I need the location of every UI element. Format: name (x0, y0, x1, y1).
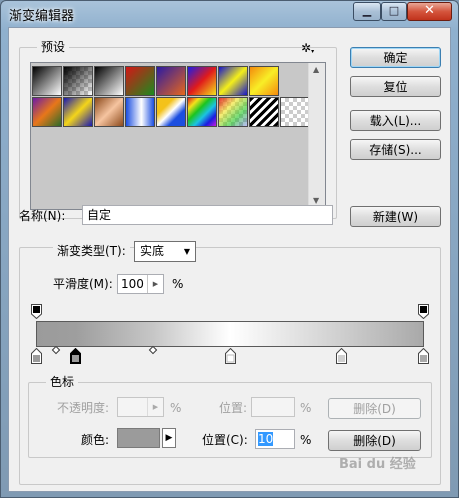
gradient-bar[interactable] (36, 321, 424, 347)
preset-swatch[interactable] (125, 66, 155, 96)
close-icon: ✕ (424, 3, 435, 18)
watermark-text: Bai du 经验 (339, 457, 416, 472)
smoothness-stepper-icon[interactable]: ▶ (147, 275, 163, 293)
preset-swatch[interactable] (249, 97, 279, 127)
preset-swatch[interactable] (63, 66, 93, 96)
color-swatch[interactable] (117, 428, 160, 448)
gradient-editor-window: 渐变编辑器 ▁ □ ✕ 预设 ✲▾ ▲ ▼ 确定 复位 载入(L)... 存储(… (0, 0, 459, 498)
color-stop[interactable] (336, 347, 347, 367)
presets-scrollbar[interactable]: ▲ ▼ (308, 63, 325, 209)
smoothness-unit: % (172, 277, 184, 291)
opacity-input: ▶ (117, 397, 164, 417)
delete-color-stop-button[interactable]: 删除(D) (328, 430, 421, 451)
gradient-type-label: 渐变类型(T): (53, 244, 130, 258)
preset-swatch[interactable] (218, 97, 248, 127)
opacity-position-label: 位置: (219, 401, 248, 415)
presets-list[interactable]: ▲ ▼ (30, 62, 326, 210)
presets-label: 预设 (37, 40, 70, 54)
color-label: 颜色: (81, 433, 110, 447)
opacity-stop-left[interactable] (31, 304, 42, 322)
reset-button[interactable]: 复位 (350, 76, 441, 97)
minimize-icon: ▁ (362, 4, 372, 17)
name-label: 名称(N): (19, 209, 66, 223)
preset-swatch[interactable] (218, 66, 248, 96)
preset-swatch[interactable] (249, 66, 279, 96)
scroll-down-icon[interactable]: ▼ (313, 196, 319, 205)
preset-swatch[interactable] (156, 66, 186, 96)
ok-button[interactable]: 确定 (350, 47, 441, 68)
color-stop[interactable] (31, 347, 42, 367)
presets-menu-button[interactable]: ✲▾ (301, 41, 317, 55)
color-position-label: 位置(C): (202, 433, 248, 447)
preset-swatch[interactable] (187, 97, 217, 127)
gear-icon: ✲ (301, 41, 312, 55)
opacity-stepper-icon: ▶ (147, 398, 163, 416)
delete-opacity-stop-button: 删除(D) (328, 398, 421, 419)
color-position-value: 10 (258, 432, 274, 446)
preset-swatch[interactable] (125, 97, 155, 127)
smoothness-value: 100 (121, 277, 144, 291)
preset-swatch[interactable] (187, 66, 217, 96)
load-button[interactable]: 载入(L)... (350, 110, 441, 131)
color-position-unit: % (300, 433, 312, 447)
maximize-icon: □ (388, 4, 400, 17)
smoothness-input[interactable]: 100 ▶ (117, 274, 164, 294)
opacity-stop-right[interactable] (418, 304, 429, 322)
minimize-button[interactable]: ▁ (353, 2, 381, 21)
preset-swatch[interactable] (156, 97, 186, 127)
close-button[interactable]: ✕ (407, 2, 452, 21)
color-stop-selected[interactable] (70, 347, 81, 367)
preset-swatch[interactable] (32, 97, 62, 127)
opacity-unit: % (170, 401, 182, 415)
preset-swatch[interactable] (63, 97, 93, 127)
color-stop[interactable] (225, 347, 236, 367)
window-title: 渐变编辑器 (9, 9, 75, 24)
preset-swatch[interactable] (280, 97, 310, 127)
scroll-up-icon[interactable]: ▲ (313, 65, 319, 74)
gradient-type-value: 实底 (140, 244, 165, 258)
new-button[interactable]: 新建(W) (350, 206, 441, 227)
preset-swatch[interactable] (32, 66, 62, 96)
preset-swatch[interactable] (94, 97, 124, 127)
opacity-position-input (251, 397, 295, 417)
preset-swatch[interactable] (94, 66, 124, 96)
dialog-client-area: 预设 ✲▾ ▲ ▼ 确定 复位 载入(L)... 存储(S)... 名称(N):… (8, 27, 451, 492)
title-bar[interactable]: 渐变编辑器 ▁ □ ✕ (1, 1, 458, 27)
name-input[interactable]: 自定 (82, 205, 333, 225)
color-stop[interactable] (418, 347, 429, 367)
play-arrow-icon: ▶ (165, 433, 173, 443)
chevron-down-icon: ▾ (311, 48, 315, 55)
color-picker-button[interactable]: ▶ (162, 428, 176, 448)
gradient-type-select[interactable]: 实底 ▼ (134, 241, 196, 262)
opacity-label: 不透明度: (57, 401, 110, 415)
chevron-down-icon: ▼ (183, 247, 190, 256)
stops-label: 色标 (46, 375, 79, 389)
smoothness-label: 平滑度(M): (53, 277, 113, 291)
save-button[interactable]: 存储(S)... (350, 139, 441, 160)
opacity-position-unit: % (300, 401, 312, 415)
maximize-button[interactable]: □ (381, 2, 407, 21)
color-position-input[interactable]: 10 (255, 429, 295, 449)
